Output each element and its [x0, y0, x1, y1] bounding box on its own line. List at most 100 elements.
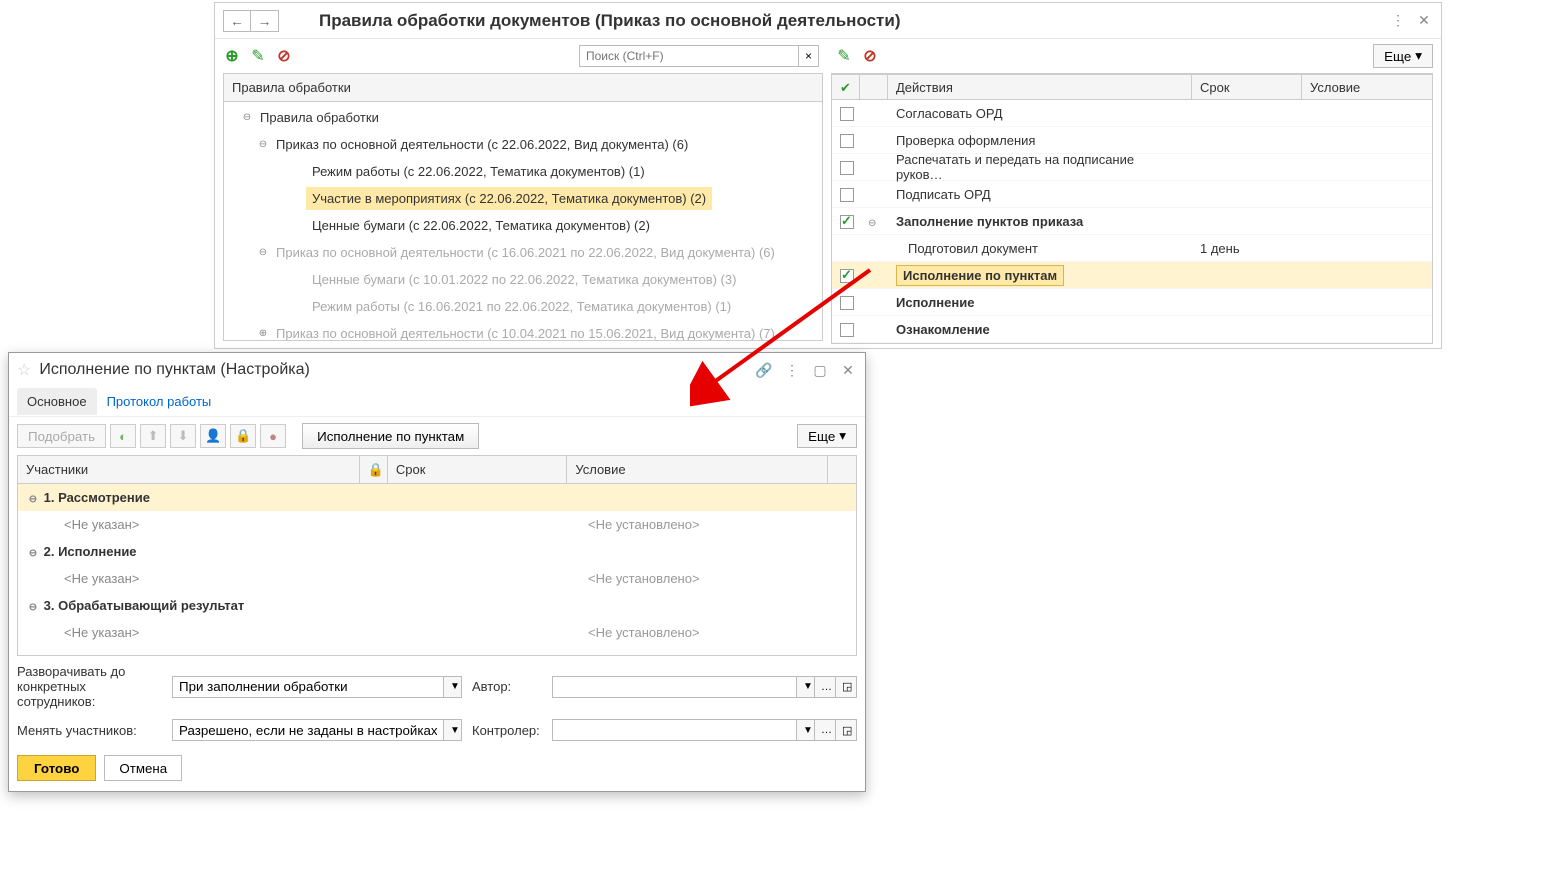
tree-node-inactive[interactable]: Режим работы (с 16.06.2021 по 22.06.2022…: [224, 293, 822, 320]
actions-column-header[interactable]: Действия: [888, 75, 1192, 99]
favorite-star-icon[interactable]: ☆: [17, 360, 31, 380]
search-input[interactable]: [579, 45, 799, 67]
kebab-menu-icon[interactable]: ⋮: [1389, 12, 1407, 30]
participants-grid-header: Участники 🔒 Срок Условие: [18, 456, 856, 484]
participants-grid: Участники 🔒 Срок Условие ⊖ 1. Рассмотрен…: [17, 455, 857, 656]
tree-node-inactive[interactable]: Ценные бумаги (с 10.01.2022 по 22.06.202…: [224, 266, 822, 293]
popup-toolbar: Подобрать ◐ ⬆ ⬇ 👤 🔒 ● Исполнение по пунк…: [9, 417, 865, 455]
checkbox[interactable]: [840, 107, 854, 121]
checkbox[interactable]: [840, 188, 854, 202]
term-column-header[interactable]: Срок: [388, 456, 567, 483]
tree-node-selected[interactable]: Участие в мероприятиях (с 22.06.2022, Те…: [224, 185, 822, 212]
action-row[interactable]: Исполнение: [832, 289, 1432, 316]
toolbar-refresh-icon[interactable]: ◐: [110, 424, 136, 448]
edit-icon[interactable]: ✎: [835, 47, 853, 65]
delete-icon[interactable]: ⊘: [861, 47, 879, 65]
controller-select[interactable]: ▼: [552, 719, 815, 741]
ellipsis-button[interactable]: …: [814, 719, 836, 741]
close-icon[interactable]: ✕: [1415, 12, 1433, 30]
checkbox[interactable]: [840, 323, 854, 337]
expand-select[interactable]: ▼: [172, 676, 462, 698]
nav-back-button[interactable]: ←: [223, 10, 251, 32]
add-icon[interactable]: ⊕: [223, 47, 241, 65]
dropdown-icon[interactable]: ▼: [797, 676, 815, 698]
toolbar-lock-icon[interactable]: 🔒: [230, 424, 256, 448]
controller-input[interactable]: [552, 719, 797, 741]
tree-node[interactable]: Ценные бумаги (с 22.06.2022, Тематика до…: [224, 212, 822, 239]
condition-column-header[interactable]: Условие: [1302, 75, 1432, 99]
pick-button[interactable]: Подобрать: [17, 424, 106, 448]
checkbox-checked[interactable]: [840, 215, 854, 229]
dropdown-icon[interactable]: ▼: [797, 719, 815, 741]
rules-tree-header: Правила обработки: [224, 74, 822, 102]
toolbar-down-icon[interactable]: ⬇: [170, 424, 196, 448]
grid-row[interactable]: <Не указан><Не установлено>: [18, 619, 856, 646]
tree-node[interactable]: ⊖Приказ по основной деятельности (с 22.0…: [224, 131, 822, 158]
action-row[interactable]: Согласовать ОРД: [832, 100, 1432, 127]
participants-column-header[interactable]: Участники: [18, 456, 360, 483]
more-button[interactable]: Еще ▾: [797, 424, 857, 448]
change-label: Менять участников:: [17, 723, 162, 738]
ellipsis-button[interactable]: …: [814, 676, 836, 698]
grid-row[interactable]: <Не указан><Не установлено>: [18, 565, 856, 592]
checkbox[interactable]: [840, 134, 854, 148]
dropdown-icon[interactable]: ▼: [444, 676, 462, 698]
tree-node[interactable]: Режим работы (с 22.06.2022, Тематика док…: [224, 158, 822, 185]
toolbar-person-icon[interactable]: 👤: [200, 424, 226, 448]
tree-node-inactive[interactable]: ⊖Приказ по основной деятельности (с 16.0…: [224, 239, 822, 266]
checkbox-checked[interactable]: [840, 269, 854, 283]
toolbar-stop-icon[interactable]: ●: [260, 424, 286, 448]
dropdown-icon[interactable]: ▼: [444, 719, 462, 741]
change-select[interactable]: ▼: [172, 719, 462, 741]
more-button[interactable]: Еще ▾: [1373, 44, 1433, 68]
popup-form: Разворачивать до конкретных сотрудников:…: [9, 656, 865, 749]
action-row[interactable]: Распечатать и передать на подписание рук…: [832, 154, 1432, 181]
tree-node-root[interactable]: ⊖Правила обработки: [224, 104, 822, 131]
tree-node-inactive[interactable]: ⊕Приказ по основной деятельности (с 10.0…: [224, 320, 822, 341]
tab-main[interactable]: Основное: [17, 388, 97, 415]
left-toolbar: ⊕ ✎ ⊘ ×: [215, 39, 827, 73]
maximize-icon[interactable]: ▢: [811, 361, 829, 379]
action-row[interactable]: Проверка оформления: [832, 127, 1432, 154]
close-icon[interactable]: ✕: [839, 361, 857, 379]
chevron-down-icon: ▾: [1415, 48, 1422, 64]
author-input[interactable]: [552, 676, 797, 698]
checkbox[interactable]: [840, 296, 854, 310]
expand-label: Разворачивать до конкретных сотрудников:: [17, 664, 162, 709]
settings-popup: ☆ Исполнение по пунктам (Настройка) 🔗 ⋮ …: [8, 352, 866, 792]
grid-section-row[interactable]: ⊖ 2. Исполнение: [18, 538, 856, 565]
kebab-menu-icon[interactable]: ⋮: [783, 361, 801, 379]
check-column-header[interactable]: ✔: [832, 75, 860, 99]
tab-protocol[interactable]: Протокол работы: [97, 388, 222, 415]
author-select[interactable]: ▼: [552, 676, 815, 698]
grid-section-row[interactable]: ⊖ 1. Рассмотрение: [18, 484, 856, 511]
participants-grid-body: ⊖ 1. Рассмотрение <Не указан><Не установ…: [18, 484, 856, 655]
actions-panel: ✔ Действия Срок Условие Согласовать ОРД …: [831, 73, 1433, 344]
change-input[interactable]: [172, 719, 444, 741]
action-row[interactable]: Подписать ОРД: [832, 181, 1432, 208]
action-row-selected[interactable]: Исполнение по пунктам: [832, 262, 1432, 289]
delete-icon[interactable]: ⊘: [275, 47, 293, 65]
grid-section-row[interactable]: ⊖ 3. Обрабатывающий результат: [18, 592, 856, 619]
cancel-button[interactable]: Отмена: [104, 755, 182, 781]
action-row[interactable]: Подготовил документ1 день: [832, 235, 1432, 262]
execute-by-points-button[interactable]: Исполнение по пунктам: [302, 423, 479, 449]
expand-input[interactable]: [172, 676, 444, 698]
rules-tree[interactable]: ⊖Правила обработки ⊖Приказ по основной д…: [224, 102, 822, 341]
open-button[interactable]: ◲: [835, 719, 857, 741]
link-icon[interactable]: 🔗: [755, 361, 773, 379]
action-row[interactable]: ⊖Заполнение пунктов приказа: [832, 208, 1432, 235]
action-row[interactable]: Ознакомление: [832, 316, 1432, 343]
term-column-header[interactable]: Срок: [1192, 75, 1302, 99]
search-clear-button[interactable]: ×: [799, 45, 819, 67]
condition-column-header[interactable]: Условие: [567, 456, 828, 483]
chevron-down-icon: ▾: [839, 428, 846, 444]
window-header: ← → Правила обработки документов (Приказ…: [215, 3, 1441, 39]
checkbox[interactable]: [840, 161, 854, 175]
toolbar-up-icon[interactable]: ⬆: [140, 424, 166, 448]
ok-button[interactable]: Готово: [17, 755, 96, 781]
open-button[interactable]: ◲: [835, 676, 857, 698]
nav-forward-button[interactable]: →: [251, 10, 279, 32]
grid-row[interactable]: <Не указан><Не установлено>: [18, 511, 856, 538]
edit-icon[interactable]: ✎: [249, 47, 267, 65]
